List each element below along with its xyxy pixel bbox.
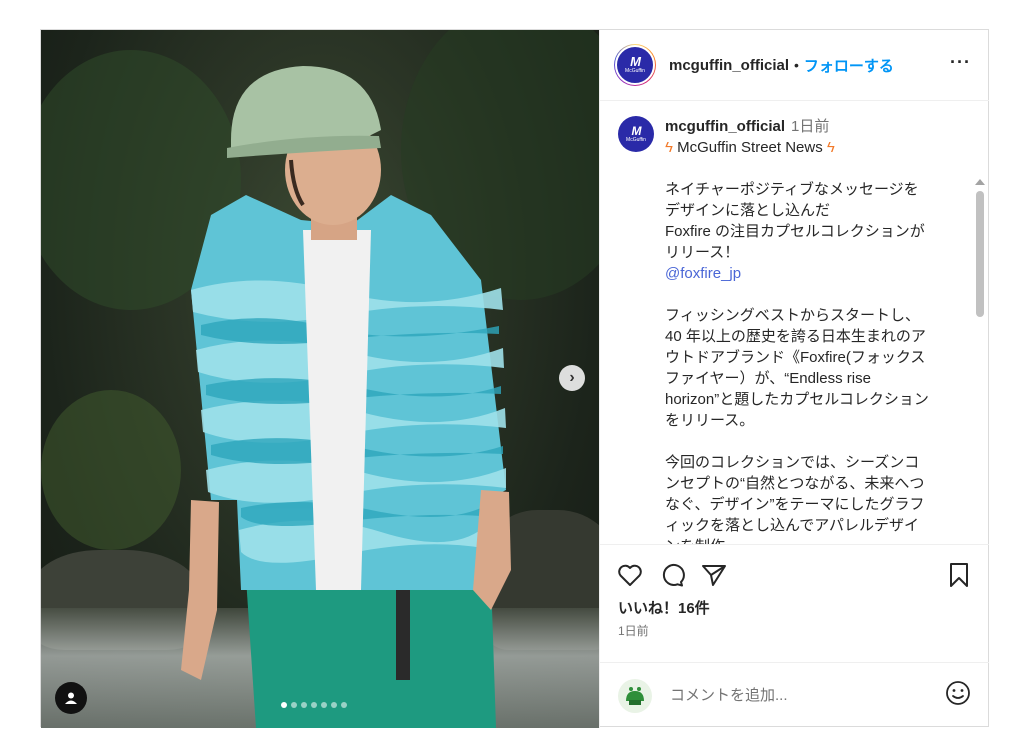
more-icon[interactable]: ··· <box>950 52 971 73</box>
brand-logo: M McGuffin <box>615 45 655 85</box>
mention-link[interactable]: @foxfire_jp <box>665 263 948 284</box>
caption-line: をリリース。 <box>665 412 755 429</box>
caption-line: なぐ、デザイン”をテーマにしたグラフ <box>665 496 925 513</box>
header-separator: • <box>794 57 799 73</box>
logo-mark: M <box>631 123 642 138</box>
caption-line: 今回のコレクションでは、シーズンコ <box>665 454 920 471</box>
caption-line: リリース！ <box>665 244 740 261</box>
carousel-dot <box>281 702 287 708</box>
action-bar: いいね！16件 1日前 <box>600 544 989 639</box>
post-container: › M McGuffin mcguffin_official • フォローする <box>40 29 989 728</box>
post-date: 1日前 <box>618 624 649 638</box>
heart-icon[interactable] <box>616 561 644 589</box>
caption-line: ファイヤー）が、“Endless rise <box>665 370 871 387</box>
profile-avatar[interactable]: M McGuffin <box>614 44 656 86</box>
viewer-avatar <box>618 678 652 713</box>
carousel-dot <box>341 702 347 708</box>
lightning-icon: ϟ <box>665 139 673 156</box>
bookmark-icon[interactable] <box>945 561 973 589</box>
carousel-dot <box>291 702 297 708</box>
caption-headline: ϟ McGuffin Street News ϟ <box>665 137 948 158</box>
likes-count[interactable]: いいね！16件 <box>600 591 989 618</box>
logo-mark: M <box>630 54 641 69</box>
comment-input[interactable] <box>668 686 922 705</box>
header-username[interactable]: mcguffin_official <box>669 57 789 74</box>
next-slide-button[interactable]: › <box>559 365 585 391</box>
caption-paragraph: 今回のコレクションでは、シーズンコ ンセプトの“自然とつながる、未来へつ なぐ、… <box>665 452 948 544</box>
scrollbar-thumb[interactable] <box>976 191 984 317</box>
caption-line: ウトドアブランド《Foxfire(フォックス <box>665 349 926 366</box>
carousel-dot <box>321 702 327 708</box>
post-header: M McGuffin mcguffin_official • フォローする ··… <box>600 30 989 101</box>
share-icon[interactable] <box>700 561 728 589</box>
follow-button[interactable]: フォローする <box>804 55 894 76</box>
caption-line: デザインに落とし込んだ <box>665 202 831 219</box>
emoji-icon[interactable] <box>945 680 971 711</box>
caption-scroll-area[interactable]: M McGuffin mcguffin_official 1日前 ϟ McGuff… <box>600 101 989 544</box>
caption-line: Foxfire の注目カプセルコレクションが <box>665 223 925 240</box>
caption-line: ンセプトの“自然とつながる、未来へつ <box>665 475 925 492</box>
logo-text: McGuffin <box>625 68 645 74</box>
caption-line: 40 年以上の歴史を誇る日本生まれのア <box>665 328 926 345</box>
lightning-icon: ϟ <box>826 139 835 156</box>
model-figure <box>181 66 511 728</box>
caption: M McGuffin mcguffin_official 1日前 ϟ McGuff… <box>618 116 948 544</box>
user-tag-icon[interactable] <box>55 682 87 714</box>
caption-username[interactable]: mcguffin_official <box>665 118 785 135</box>
carousel-dot <box>301 702 307 708</box>
caption-meta: mcguffin_official 1日前 <box>665 116 948 137</box>
carousel-dot <box>331 702 337 708</box>
caption-line: horizon”と題したカプセルコレクション <box>665 391 929 408</box>
comment-icon[interactable] <box>658 561 686 589</box>
carousel-indicator <box>281 702 347 708</box>
caption-avatar[interactable]: M McGuffin <box>618 116 654 152</box>
caption-paragraph: フィッシングベストからスタートし、 40 年以上の歴史を誇る日本生まれのア ウト… <box>665 305 948 431</box>
caption-line: フィッシングベストからスタートし、 <box>665 307 921 324</box>
comment-bar <box>600 662 989 728</box>
scroll-up-icon[interactable] <box>975 179 985 185</box>
post-photo[interactable]: › <box>41 30 599 728</box>
caption-line: ンを制作。 <box>665 536 948 544</box>
caption-time: 1日前 <box>791 118 830 135</box>
carousel-dot <box>311 702 317 708</box>
caption-line: ネイチャーポジティブなメッセージを <box>665 181 919 198</box>
caption-scrollbar[interactable] <box>975 179 985 544</box>
caption-line: ィックを落とし込んでアパレルデザイ <box>665 517 919 534</box>
caption-paragraph: ネイチャーポジティブなメッセージを デザインに落とし込んだ Foxfire の注… <box>665 179 948 284</box>
post-sidebar: M McGuffin mcguffin_official • フォローする ··… <box>599 30 989 728</box>
headline-text: McGuffin Street News <box>677 139 823 156</box>
logo-text: McGuffin <box>626 136 646 143</box>
